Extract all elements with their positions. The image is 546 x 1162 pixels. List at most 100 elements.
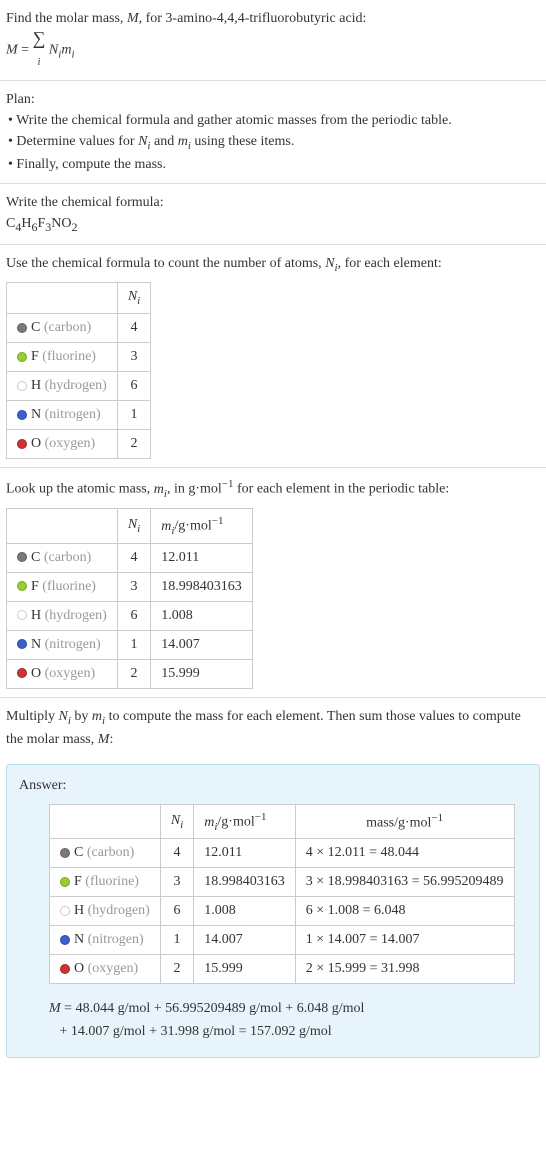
m-val: 14.007 bbox=[194, 926, 296, 955]
chem-heading: Write the chemical formula: bbox=[6, 192, 540, 213]
plan-mi: mi bbox=[178, 134, 191, 149]
count-h-a: Use the chemical formula to count the nu… bbox=[6, 256, 325, 271]
count-val: 3 bbox=[117, 343, 150, 372]
el-name: (oxygen) bbox=[45, 436, 96, 451]
table-row: N (nitrogen)114.0071 × 14.007 = 14.007 bbox=[50, 926, 515, 955]
th-unit: /g·mol bbox=[217, 815, 254, 830]
swatch-icon bbox=[17, 381, 27, 391]
count-val: 2 bbox=[117, 430, 150, 459]
th-unit-sup: −1 bbox=[255, 811, 267, 823]
el-sym: N bbox=[31, 637, 41, 652]
eq-m: m bbox=[61, 43, 71, 58]
intro-section: Find the molar mass, M, for 3-amino-4,4,… bbox=[0, 0, 546, 81]
plan-bullet-2: • Determine values for Ni and mi using t… bbox=[8, 131, 540, 154]
el-sym: O bbox=[31, 436, 41, 451]
el-sym: O bbox=[31, 666, 41, 681]
th-N: N bbox=[128, 289, 137, 304]
element-cell: H (hydrogen) bbox=[7, 601, 118, 630]
el-sym: N bbox=[74, 932, 84, 947]
mass-val: 4 × 12.011 = 48.044 bbox=[295, 839, 514, 868]
th-m: m bbox=[161, 519, 171, 534]
m-val: 12.011 bbox=[194, 839, 296, 868]
intro-text-2: , for 3-amino-4,4,4-trifluorobutyric aci… bbox=[139, 11, 367, 26]
count-Ni: Ni bbox=[325, 256, 337, 271]
th-empty bbox=[50, 804, 161, 838]
plan-b2-b: and bbox=[150, 134, 177, 149]
count-section: Use the chemical formula to count the nu… bbox=[0, 245, 546, 468]
table-row: F (fluorine) 318.9984031633 × 18.99840316… bbox=[50, 868, 515, 897]
mul-M: M bbox=[98, 732, 110, 747]
count-table: Ni C (carbon)4 F (fluorine)3 H (hydrogen… bbox=[6, 282, 151, 459]
cf-6: NO bbox=[51, 216, 71, 231]
final-equation: M = 48.044 g/mol + 56.995209489 g/mol + … bbox=[49, 998, 527, 1043]
mul-Ni: Ni bbox=[59, 709, 71, 724]
table-row: O (oxygen)2 bbox=[7, 430, 151, 459]
table-row: F (fluorine)3 bbox=[7, 343, 151, 372]
mul-d: : bbox=[109, 732, 113, 747]
element-cell: O (oxygen) bbox=[7, 430, 118, 459]
count-val: 1 bbox=[117, 401, 150, 430]
n-val: 4 bbox=[160, 839, 193, 868]
table-row: O (oxygen)215.9992 × 15.999 = 31.998 bbox=[50, 955, 515, 984]
th-unit-sup: −1 bbox=[212, 515, 224, 527]
intro-var-M: M bbox=[127, 11, 139, 26]
swatch-icon bbox=[17, 610, 27, 620]
element-cell: F (fluorine) bbox=[7, 343, 118, 372]
mass-val: 1 × 14.007 = 14.007 bbox=[295, 926, 514, 955]
swatch-icon bbox=[17, 639, 27, 649]
swatch-icon bbox=[17, 439, 27, 449]
el-name: (oxygen) bbox=[88, 961, 139, 976]
el-name: (fluorine) bbox=[42, 349, 96, 364]
multiply-heading: Multiply Ni by mi to compute the mass fo… bbox=[6, 706, 540, 750]
n-val: 4 bbox=[117, 543, 150, 572]
eq-N: N bbox=[49, 43, 58, 58]
eq-equals: = bbox=[18, 43, 33, 58]
el-sym: F bbox=[74, 874, 82, 889]
plan-bullet-3: • Finally, compute the mass. bbox=[8, 154, 540, 175]
table-row: C (carbon)412.011 bbox=[7, 543, 253, 572]
swatch-icon bbox=[17, 410, 27, 420]
el-sym: F bbox=[31, 349, 39, 364]
th-mass: mass/g·mol−1 bbox=[295, 804, 514, 838]
el-name: (fluorine) bbox=[85, 874, 139, 889]
mass-val: 3 × 18.998403163 = 56.995209489 bbox=[295, 868, 514, 897]
lu-sup: −1 bbox=[222, 478, 234, 490]
m-val: 18.998403163 bbox=[194, 868, 296, 897]
el-name: (nitrogen) bbox=[45, 407, 101, 422]
table-row: H (hydrogen)6 bbox=[7, 372, 151, 401]
el-sym: H bbox=[74, 903, 84, 918]
th-unit: /g·mol bbox=[174, 519, 211, 534]
el-name: (nitrogen) bbox=[88, 932, 144, 947]
mass-val: 6 × 1.008 = 6.048 bbox=[295, 897, 514, 926]
m-val: 15.999 bbox=[194, 955, 296, 984]
table-row: F (fluorine)318.998403163 bbox=[7, 572, 253, 601]
table-row: N (nitrogen)1 bbox=[7, 401, 151, 430]
table-row: C (carbon) 412.0114 × 12.011 = 48.044 bbox=[50, 839, 515, 868]
el-sym: C bbox=[31, 550, 40, 565]
el-name: (oxygen) bbox=[45, 666, 96, 681]
m-val: 1.008 bbox=[194, 897, 296, 926]
el-name: (carbon) bbox=[87, 845, 134, 860]
plan-b2-c: using these items. bbox=[191, 134, 294, 149]
el-name: (hydrogen) bbox=[88, 903, 150, 918]
cf-2: H bbox=[21, 216, 31, 231]
lu-mi: mi bbox=[154, 482, 167, 497]
element-cell: H (hydrogen) bbox=[50, 897, 161, 926]
answer-label: Answer: bbox=[19, 775, 527, 796]
swatch-icon bbox=[17, 352, 27, 362]
intro-line: Find the molar mass, M, for 3-amino-4,4,… bbox=[6, 8, 540, 29]
el-name: (carbon) bbox=[44, 550, 91, 565]
n-val: 1 bbox=[117, 630, 150, 659]
n-val: 2 bbox=[117, 659, 150, 688]
plan-bullet-1: • Write the chemical formula and gather … bbox=[8, 110, 540, 131]
final-M: M bbox=[49, 1001, 61, 1016]
swatch-icon bbox=[17, 668, 27, 678]
el-sym: C bbox=[74, 845, 83, 860]
th-mass-sup: −1 bbox=[431, 812, 443, 824]
n-val: 3 bbox=[117, 572, 150, 601]
cf-7: 2 bbox=[72, 220, 78, 234]
sigma-sub: i bbox=[38, 57, 41, 68]
chem-formula-section: Write the chemical formula: C4H6F3NO2 bbox=[0, 184, 546, 245]
n-val: 3 bbox=[160, 868, 193, 897]
el-sym: O bbox=[74, 961, 84, 976]
